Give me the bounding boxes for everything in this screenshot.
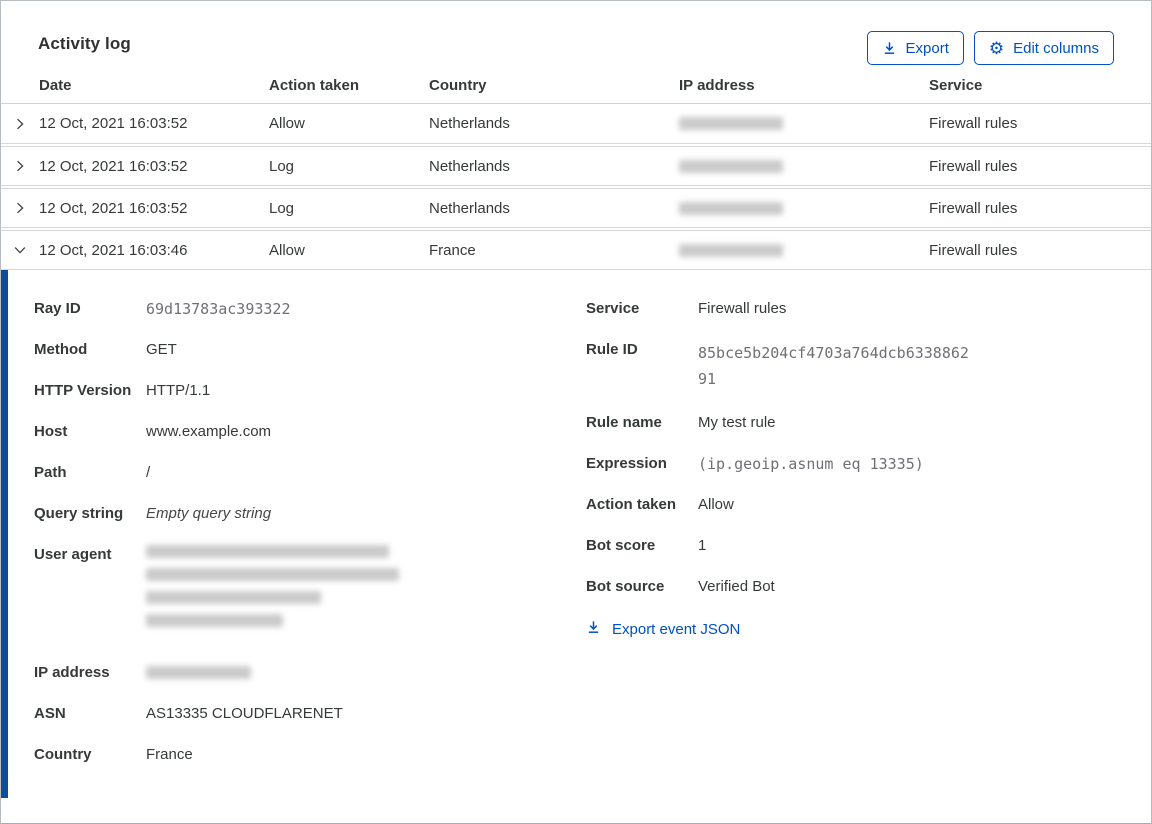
cell-action: Allow <box>269 241 305 259</box>
cell-country: Netherlands <box>429 157 510 175</box>
cell-service: Firewall rules <box>929 115 1018 132</box>
table-header: Date Action taken Country IP address Ser… <box>1 71 1151 104</box>
table-row[interactable]: 12 Oct, 2021 16:03:52 Allow Netherlands … <box>1 104 1151 144</box>
export-event-json-label: Export event JSON <box>612 621 741 638</box>
query-string-value: Empty query string <box>146 505 272 522</box>
cell-action: Allow <box>269 115 305 132</box>
detail-label: Bot source <box>586 578 665 595</box>
download-icon <box>882 41 897 56</box>
gear-icon: ⚙ <box>988 38 1005 58</box>
detail-column-right: Service Firewall rules Rule ID 85bce5b204c… <box>586 299 1121 798</box>
cell-ip-redacted <box>679 201 929 215</box>
detail-label: Country <box>34 746 92 763</box>
cell-service: Firewall rules <box>929 199 1018 217</box>
event-detail-panel: Ray ID 69d13783ac393322 Method GET HTTP Ve… <box>1 270 1151 798</box>
cell-action: Log <box>269 199 295 217</box>
cell-country: France <box>429 241 476 259</box>
detail-label: Service <box>586 300 640 317</box>
service-value: Firewall rules <box>698 300 787 317</box>
cell-date: 12 Oct, 2021 16:03:52 <box>39 199 188 217</box>
column-header-date: Date <box>39 77 72 94</box>
path-value: / <box>146 464 151 481</box>
user-agent-redacted <box>146 545 399 637</box>
rule-id-value: 85bce5b204cf4703a764dcb633886291 <box>698 344 969 388</box>
ray-id-value: 69d13783ac393322 <box>146 300 291 318</box>
bot-source-value: Verified Bot <box>698 578 775 595</box>
export-event-json-link[interactable]: Export event JSON <box>586 620 740 639</box>
detail-label: User agent <box>34 546 112 563</box>
table-row-expanded[interactable]: 12 Oct, 2021 16:03:46 Allow France Firew… <box>1 230 1151 270</box>
detail-label: Rule name <box>586 414 662 431</box>
host-value: www.example.com <box>146 423 272 440</box>
cell-action: Log <box>269 157 295 175</box>
chevron-right-icon[interactable] <box>1 117 39 131</box>
method-value: GET <box>146 341 177 358</box>
activity-log-page: Activity log Export ⚙ Edit columns Date … <box>0 0 1152 824</box>
cell-country: Netherlands <box>429 199 510 217</box>
table-row[interactable]: 12 Oct, 2021 16:03:52 Log Netherlands Fi… <box>1 146 1151 186</box>
detail-label: Ray ID <box>34 300 81 317</box>
cell-date: 12 Oct, 2021 16:03:52 <box>39 115 188 132</box>
topbar: Activity log Export ⚙ Edit columns <box>1 1 1151 71</box>
action-taken-value: Allow <box>698 496 734 513</box>
ip-address-redacted <box>146 663 251 683</box>
toolbar: Export ⚙ Edit columns <box>866 31 1114 65</box>
bot-score-value: 1 <box>698 537 707 554</box>
cell-service: Firewall rules <box>929 241 1018 259</box>
detail-label: Action taken <box>586 496 677 513</box>
chevron-right-icon[interactable] <box>1 159 39 173</box>
expression-value: (ip.geoip.asnum eq 13335) <box>698 455 924 473</box>
column-header-ip: IP address <box>679 77 755 94</box>
chevron-down-icon[interactable] <box>1 243 39 257</box>
detail-label: Expression <box>586 455 667 472</box>
rule-name-value: My test rule <box>698 414 776 431</box>
chevron-right-icon[interactable] <box>1 201 39 215</box>
table-row[interactable]: 12 Oct, 2021 16:03:52 Log Netherlands Fi… <box>1 188 1151 228</box>
export-button-label: Export <box>905 39 949 57</box>
detail-label: Path <box>34 464 67 481</box>
detail-label: IP address <box>34 664 110 681</box>
country-value: France <box>146 746 193 763</box>
column-header-country: Country <box>429 77 487 94</box>
detail-label: Query string <box>34 505 124 522</box>
edit-columns-button-label: Edit columns <box>1013 39 1099 57</box>
cell-date: 12 Oct, 2021 16:03:52 <box>39 157 188 175</box>
detail-label: Bot score <box>586 537 656 554</box>
edit-columns-button[interactable]: ⚙ Edit columns <box>973 31 1114 65</box>
asn-value: AS13335 CLOUDFLARENET <box>146 705 343 722</box>
detail-label: Host <box>34 423 68 440</box>
cell-ip-redacted <box>679 243 929 257</box>
detail-label: Rule ID <box>586 341 638 358</box>
detail-label: ASN <box>34 705 66 722</box>
cell-service: Firewall rules <box>929 157 1018 175</box>
column-header-action: Action taken <box>269 77 360 94</box>
cell-ip-redacted <box>679 117 929 130</box>
download-icon <box>586 620 601 639</box>
http-version-value: HTTP/1.1 <box>146 382 211 399</box>
cell-date: 12 Oct, 2021 16:03:46 <box>39 241 188 259</box>
detail-column-left: Ray ID 69d13783ac393322 Method GET HTTP Ve… <box>34 299 586 798</box>
export-button[interactable]: Export <box>866 31 964 65</box>
column-header-service: Service <box>929 77 983 94</box>
cell-ip-redacted <box>679 159 929 173</box>
detail-label: HTTP Version <box>34 382 132 399</box>
cell-country: Netherlands <box>429 115 510 132</box>
detail-label: Method <box>34 341 88 358</box>
